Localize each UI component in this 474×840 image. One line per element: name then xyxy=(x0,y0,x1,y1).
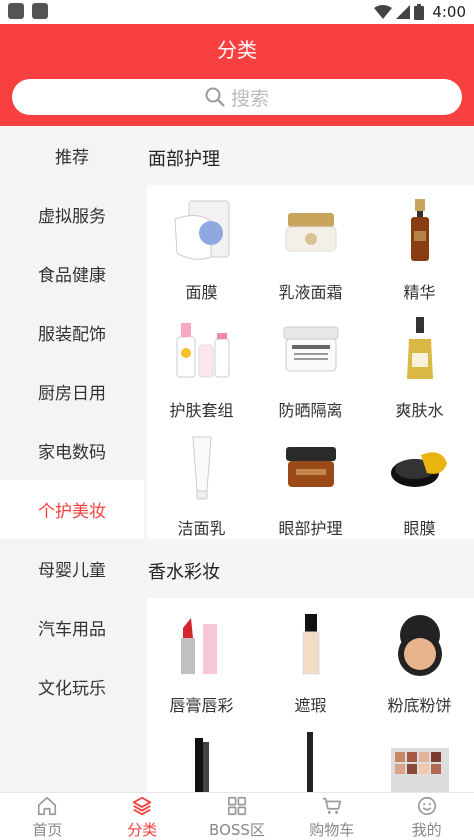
subcategory-label: 眼膜 xyxy=(403,519,436,538)
nav-cart[interactable]: 购物车 xyxy=(284,793,379,840)
eye-cream-jar-product-image xyxy=(276,433,346,503)
sidebar-item-label: 食品健康 xyxy=(38,266,106,286)
sidebar-item-label: 家电数码 xyxy=(38,443,106,463)
eyeliner-pencil-product-image xyxy=(276,728,346,792)
subcategory-eyeliner[interactable] xyxy=(256,716,365,792)
sidebar-item-apparel[interactable]: 服装配饰 xyxy=(0,303,144,362)
subcategory-label: 乳液面霜 xyxy=(278,283,343,302)
nav-mine[interactable]: 我的 xyxy=(379,793,474,840)
cart-icon xyxy=(322,797,341,814)
subcategory-face-mask[interactable]: 面膜 xyxy=(147,185,256,303)
category-layers-icon xyxy=(133,796,152,816)
product-grid: 唇膏唇彩 遮瑕 粉底粉饼 xyxy=(147,598,474,792)
sidebar-item-label: 个护美妆 xyxy=(38,502,106,522)
clock: 4:00 xyxy=(432,3,466,21)
subcategory-label: 精华 xyxy=(403,283,436,302)
mascara-product-image xyxy=(167,728,237,792)
search-placeholder: 搜索 xyxy=(230,87,269,110)
subcategory-label: 眼部护理 xyxy=(278,519,343,538)
nav-label: 首页 xyxy=(32,821,63,839)
product-grid: 面膜 乳液面霜 精华 护肤套组 防晒隔离 爽肤水 洁面乳 眼部护理 眼膜 xyxy=(147,185,474,539)
skincare-set-product-image xyxy=(167,315,237,385)
sidebar-item-food-health[interactable]: 食品健康 xyxy=(0,244,144,303)
subcategory-skincare-set[interactable]: 护肤套组 xyxy=(147,303,256,421)
toner-bottle-product-image xyxy=(385,315,455,385)
subcategory-label: 面膜 xyxy=(185,283,218,302)
sunscreen-jar-product-image xyxy=(276,315,346,385)
concealer-bottle-product-image xyxy=(276,610,346,680)
sidebar-item-auto[interactable]: 汽车用品 xyxy=(0,598,144,657)
home-icon xyxy=(38,796,57,816)
status-icons: 4:00 xyxy=(374,2,466,22)
sidebar-item-label: 母婴儿童 xyxy=(38,561,106,581)
wifi-icon xyxy=(374,5,393,19)
page-title: 分类 xyxy=(217,38,257,62)
sidebar-item-label: 推荐 xyxy=(55,148,89,168)
subcategory-label: 爽肤水 xyxy=(395,401,444,420)
notification-icon xyxy=(32,3,48,19)
signal-icon xyxy=(396,5,411,19)
subcategory-mascara[interactable] xyxy=(147,716,256,792)
sidebar-item-label: 服装配饰 xyxy=(38,325,106,345)
section-title: 香水彩妆 xyxy=(148,562,220,583)
header: 分类 搜索 xyxy=(0,24,474,126)
subcategory-cream[interactable]: 乳液面霜 xyxy=(256,185,365,303)
subcategory-eye-care[interactable]: 眼部护理 xyxy=(256,421,365,539)
subcategory-lipstick[interactable]: 唇膏唇彩 xyxy=(147,598,256,716)
bottom-nav: 首页 分类 BOSS区 购物车 我的 xyxy=(0,792,474,840)
cleanser-tube-product-image xyxy=(167,433,237,503)
sidebar-item-culture[interactable]: 文化玩乐 xyxy=(0,657,144,716)
app-screen: 4:00 分类 搜索 推荐 虚拟服务 食品健康 服装配饰 厨房日用 家电数码 个… xyxy=(0,0,474,840)
sidebar-item-beauty[interactable]: 个护美妆 xyxy=(0,480,144,539)
subcategory-cleanser[interactable]: 洁面乳 xyxy=(147,421,256,539)
sidebar-item-label: 虚拟服务 xyxy=(38,207,106,227)
nav-label: 我的 xyxy=(411,821,442,839)
nav-home[interactable]: 首页 xyxy=(0,793,95,840)
nav-label: 购物车 xyxy=(309,821,355,839)
search-icon xyxy=(205,87,225,107)
nav-boss[interactable]: BOSS区 xyxy=(190,793,285,840)
sidebar-item-label: 汽车用品 xyxy=(38,620,106,640)
eye-mask-jar-product-image xyxy=(385,433,455,503)
lipstick-product-image xyxy=(167,610,237,680)
subcategory-label: 防晒隔离 xyxy=(278,401,343,420)
sidebar-item-label: 厨房日用 xyxy=(38,384,106,404)
status-bar: 4:00 xyxy=(0,0,474,24)
sidebar-item-electronics[interactable]: 家电数码 xyxy=(0,421,144,480)
sidebar-item-virtual-services[interactable]: 虚拟服务 xyxy=(0,185,144,244)
notification-icon xyxy=(8,3,24,19)
smiley-icon xyxy=(417,796,436,816)
nav-label: 分类 xyxy=(127,821,158,839)
battery-icon xyxy=(414,4,425,20)
sidebar-item-kitchen[interactable]: 厨房日用 xyxy=(0,362,144,421)
subcategory-label: 遮瑕 xyxy=(294,696,327,715)
sidebar-item-label: 文化玩乐 xyxy=(38,679,106,699)
serum-bottle-product-image xyxy=(385,197,455,267)
category-content: 面部护理 面膜 乳液面霜 精华 护肤套组 防晒隔离 爽肤水 洁面乳 眼部护理 眼… xyxy=(144,126,474,792)
nav-category[interactable]: 分类 xyxy=(95,793,190,840)
compact-powder-product-image xyxy=(385,610,455,680)
eyeshadow-palette-product-image xyxy=(385,728,455,792)
subcategory-label: 粉底粉饼 xyxy=(387,696,452,715)
subcategory-concealer[interactable]: 遮瑕 xyxy=(256,598,365,716)
subcategory-eyeshadow[interactable] xyxy=(365,716,474,792)
subcategory-toner[interactable]: 爽肤水 xyxy=(365,303,474,421)
search-bar[interactable]: 搜索 xyxy=(12,79,462,115)
nav-label: BOSS区 xyxy=(209,821,265,839)
face-mask-product-image xyxy=(167,197,237,267)
category-sidebar: 推荐 虚拟服务 食品健康 服装配饰 厨房日用 家电数码 个护美妆 母婴儿童 汽车… xyxy=(0,126,144,792)
grid-icon xyxy=(227,796,247,816)
sidebar-item-baby[interactable]: 母婴儿童 xyxy=(0,539,144,598)
subcategory-label: 唇膏唇彩 xyxy=(169,696,234,715)
subcategory-foundation[interactable]: 粉底粉饼 xyxy=(365,598,474,716)
subcategory-sunscreen[interactable]: 防晒隔离 xyxy=(256,303,365,421)
section-title: 面部护理 xyxy=(148,149,220,170)
subcategory-label: 洁面乳 xyxy=(177,519,226,538)
subcategory-eye-mask[interactable]: 眼膜 xyxy=(365,421,474,539)
sidebar-item-recommend[interactable]: 推荐 xyxy=(0,126,144,185)
subcategory-serum[interactable]: 精华 xyxy=(365,185,474,303)
cream-jar-product-image xyxy=(276,197,346,267)
subcategory-label: 护肤套组 xyxy=(169,401,234,420)
